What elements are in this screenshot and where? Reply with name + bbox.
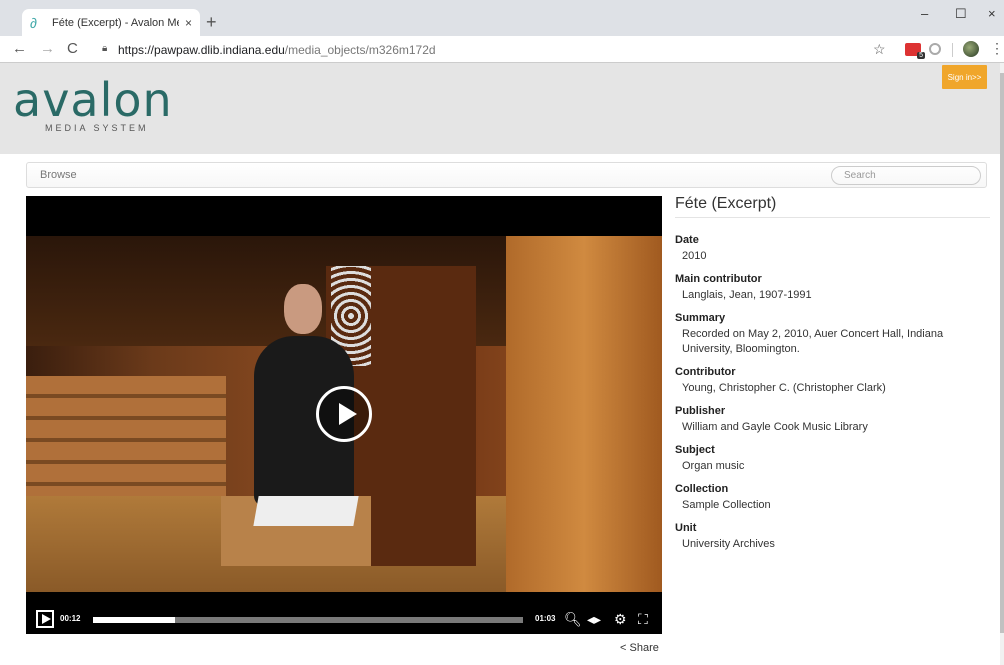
metadata-field: Main contributor Langlais, Jean, 1907-199… [675,273,990,303]
field-value: Organ music [682,460,745,472]
field-label: Date [675,234,699,246]
extension-badge: 5 [917,52,925,59]
extension-icon[interactable]: 5 [905,43,925,59]
current-time: 00:12 [60,614,81,623]
page-scrollbar[interactable] [1000,63,1004,665]
field-value: 2010 [682,250,707,262]
duration: 01:03 [535,614,556,623]
reload-icon[interactable]: C [67,40,78,57]
field-value: Sample Collection [682,499,771,511]
settings-gear-icon[interactable]: ⚙ [614,611,627,627]
browser-tab[interactable]: ∂ Féte (Excerpt) - Avalon Media Sys × [22,9,200,36]
tab-close-icon[interactable]: × [185,16,192,30]
field-label: Summary [675,312,726,324]
site-logo[interactable]: avalon [13,73,173,127]
field-label: Publisher [675,405,726,417]
item-metadata: Féte (Excerpt) Date 2010 Main contributor L… [675,195,990,552]
window-maximize-button[interactable]: ☐ [955,6,967,22]
profile-avatar[interactable] [963,41,979,57]
avalon-favicon-icon: ∂ [30,14,37,31]
share-icon: < [620,642,627,654]
metadata-field: Unit University Archives [675,522,990,552]
volume-icon[interactable]: ◂▸ [587,611,601,627]
progress-fill [93,617,175,623]
toolbar-separator [952,43,953,57]
extension-circle-icon[interactable] [929,43,941,55]
metadata-field: Contributor Young, Christopher C. (Christ… [675,366,990,396]
bookmark-star-icon[interactable]: ☆ [873,41,886,58]
share-label: Share [629,642,659,654]
field-label: Contributor [675,366,736,378]
item-title: Féte (Excerpt) [675,195,990,218]
address-bar[interactable]: 🔒︎ https://pawpaw.dlib.indiana.edu/media… [92,39,862,60]
video-sheet-music [253,496,359,526]
video-wood-panel [506,236,662,592]
metadata-fields: Date 2010 Main contributor Langlais, Jean, … [675,234,990,552]
new-tab-button[interactable]: + [206,12,217,33]
browser-menu-icon[interactable]: ⋮ [990,40,1004,57]
metadata-field: Collection Sample Collection [675,483,990,513]
back-arrow-icon[interactable]: ← [12,40,27,57]
field-label: Main contributor [675,273,762,285]
window-close-button[interactable]: × [988,6,996,21]
page: avalon MEDIA SYSTEM Sign in>> Browse Sea… [0,63,1000,665]
browser-toolbar: ← → C 🔒︎ https://pawpaw.dlib.indiana.edu… [0,36,1004,63]
site-navbar: Browse Search [26,162,987,188]
browser-tabstrip: ∂ Féte (Excerpt) - Avalon Media Sys × + … [0,0,1004,36]
metadata-field: Date 2010 [675,234,990,264]
fullscreen-icon[interactable]: ⛶ [638,611,648,627]
field-value: Recorded on May 2, 2010, Auer Concert Ha… [682,328,944,355]
progress-bar[interactable] [93,617,523,623]
sign-in-button[interactable]: Sign in>> [942,65,987,89]
url-text: https://pawpaw.dlib.indiana.edu/media_ob… [118,43,436,57]
tab-title: Féte (Excerpt) - Avalon Media Sys [52,16,179,29]
metadata-field: Subject Organ music [675,444,990,474]
window-minimize-button[interactable]: – [921,6,928,21]
field-label: Collection [675,483,729,495]
field-label: Subject [675,444,715,456]
play-button-icon[interactable] [36,610,54,628]
zoom-icon[interactable]: 🔍︎ [564,611,582,627]
field-value: William and Gayle Cook Music Library [682,421,868,433]
field-value: Langlais, Jean, 1907-1991 [682,289,812,301]
lock-icon: 🔒︎ [102,43,108,54]
video-organist-head [284,284,322,334]
field-label: Unit [675,522,697,534]
metadata-field: Summary Recorded on May 2, 2010, Auer Con… [675,312,990,357]
search-input[interactable]: Search [831,166,981,185]
media-player[interactable]: 00:12 01:03 🔍︎ ◂▸ ⚙ ⛶ [26,196,662,634]
share-button[interactable]: < Share [620,642,659,654]
forward-arrow-icon[interactable]: → [40,40,55,57]
site-logo-subtitle: MEDIA SYSTEM [45,123,149,133]
field-value: Young, Christopher C. (Christopher Clark… [682,382,886,394]
site-header: avalon MEDIA SYSTEM Sign in>> [0,63,1000,154]
scrollbar-thumb[interactable] [1000,73,1004,633]
player-controls: 00:12 01:03 🔍︎ ◂▸ ⚙ ⛶ [26,609,662,631]
video-frame[interactable] [26,236,662,592]
big-play-button-icon[interactable] [316,386,372,442]
browse-link[interactable]: Browse [40,169,77,181]
metadata-field: Publisher William and Gayle Cook Music Li… [675,405,990,435]
field-value: University Archives [682,538,775,550]
